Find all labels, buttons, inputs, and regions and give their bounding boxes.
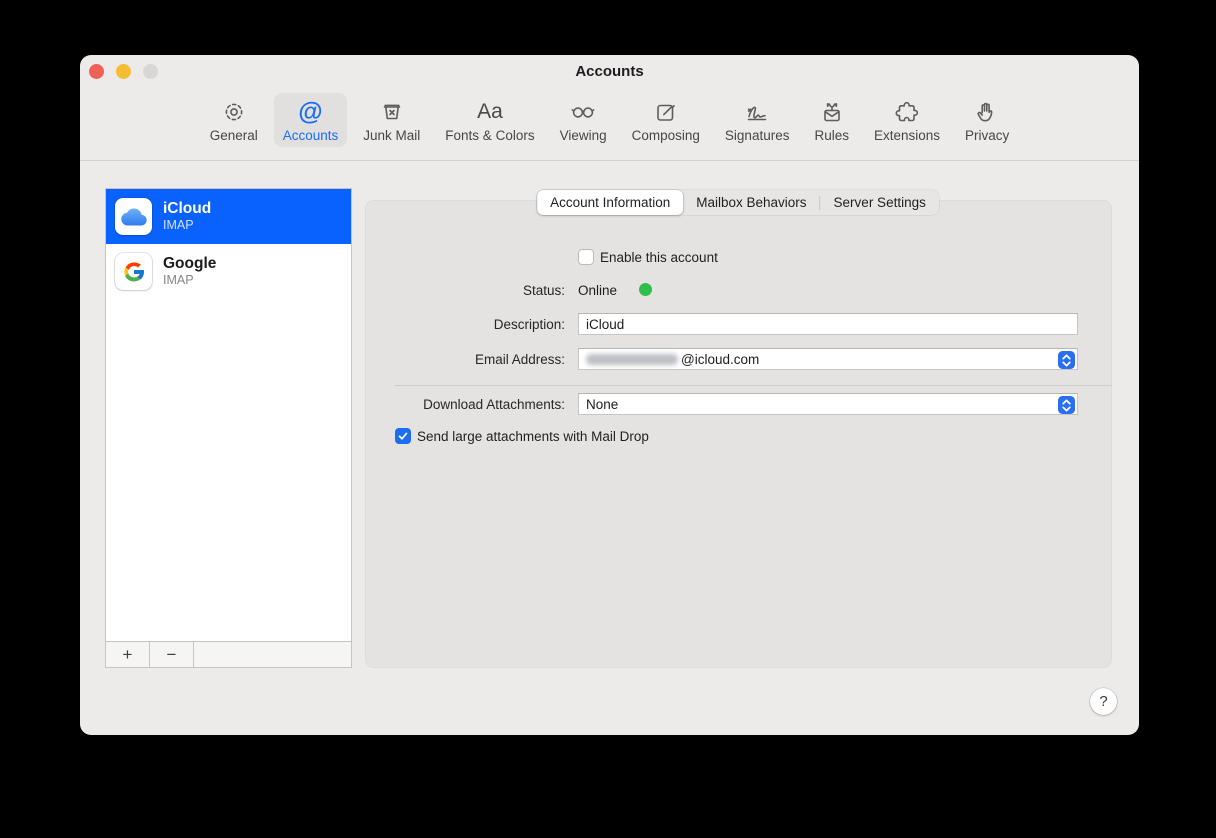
toolbar-label: Fonts & Colors [445,128,534,143]
hand-icon [974,98,1000,126]
google-icon [115,253,152,290]
toolbar-label: Junk Mail [363,128,420,143]
download-attachments-select[interactable]: None [578,393,1078,415]
account-protocol: IMAP [163,273,216,287]
toolbar-label: Privacy [965,128,1009,143]
toolbar-label: Signatures [725,128,790,143]
toolbar-label: Viewing [560,128,607,143]
fonts-icon: Aa [477,98,503,126]
help-button[interactable]: ? [1090,688,1117,715]
mail-preferences-window: Accounts General @ Accounts Junk Mail Aa… [80,55,1139,735]
enable-account-checkbox[interactable] [578,249,594,265]
accounts-sidebar: iCloud IMAP Google IMAP + − [105,188,352,668]
toolbar-item-accounts[interactable]: @ Accounts [274,93,348,147]
toolbar-label: General [210,128,258,143]
add-account-button[interactable]: + [106,642,150,667]
email-domain-text: @icloud.com [681,352,759,367]
account-name: Google [163,255,216,273]
tab-mailbox-behaviors[interactable]: Mailbox Behaviors [683,190,819,215]
account-row-icloud[interactable]: iCloud IMAP [106,189,351,244]
account-information-panel: Enable this account Status: Online Descr… [365,200,1112,668]
account-row-google[interactable]: Google IMAP [106,244,351,299]
tab-server-settings[interactable]: Server Settings [821,190,939,215]
description-input[interactable] [578,313,1078,335]
email-address-label: Email Address: [365,352,565,367]
toolbar-item-composing[interactable]: Composing [623,93,709,147]
puzzle-icon [894,98,920,126]
sidebar-footer: + − [106,641,351,667]
redacted-email-prefix [586,354,678,365]
email-address-select[interactable]: @icloud.com [578,348,1078,370]
mail-drop-row: Send large attachments with Mail Drop [395,428,649,444]
account-protocol: IMAP [163,218,211,232]
status-label: Status: [365,283,565,298]
signature-icon [744,98,770,126]
gear-icon [221,98,247,126]
icloud-icon [115,198,152,235]
toolbar-item-privacy[interactable]: Privacy [956,93,1018,147]
preferences-toolbar: General @ Accounts Junk Mail Aa Fonts & … [80,86,1139,160]
at-icon: @ [298,98,322,126]
download-attachments-value: None [586,397,618,412]
toolbar-divider [80,160,1139,161]
titlebar: Accounts [80,55,1139,88]
toolbar-item-extensions[interactable]: Extensions [865,93,949,147]
download-attachments-label: Download Attachments: [365,397,565,412]
junk-bin-icon [379,98,405,126]
remove-account-button[interactable]: − [150,642,194,667]
toolbar-item-junk-mail[interactable]: Junk Mail [354,93,429,147]
description-label: Description: [365,317,565,332]
tab-account-information[interactable]: Account Information [537,190,683,215]
toolbar-label: Rules [814,128,849,143]
window-title: Accounts [80,63,1139,80]
compose-icon [653,98,679,126]
account-tabs: Account Information Mailbox Behaviors Se… [537,190,939,215]
status-value: Online [578,283,617,298]
enable-account-label: Enable this account [600,250,718,265]
toolbar-item-fonts-colors[interactable]: Aa Fonts & Colors [436,93,543,147]
toolbar-label: Accounts [283,128,339,143]
toolbar-item-rules[interactable]: Rules [805,93,858,147]
glasses-icon [570,98,596,126]
toolbar-label: Extensions [874,128,940,143]
online-status-indicator [639,283,652,296]
stepper-arrows-icon[interactable] [1058,351,1075,369]
toolbar-item-signatures[interactable]: Signatures [716,93,799,147]
rules-icon [819,98,845,126]
account-name: iCloud [163,200,211,218]
mail-drop-checkbox[interactable] [395,428,411,444]
stepper-arrows-icon[interactable] [1058,396,1075,414]
toolbar-item-general[interactable]: General [201,93,267,147]
section-divider [395,385,1112,386]
toolbar-item-viewing[interactable]: Viewing [551,93,616,147]
toolbar-label: Composing [632,128,700,143]
enable-account-row: Enable this account [578,249,718,265]
mail-drop-label: Send large attachments with Mail Drop [417,429,649,444]
sidebar-footer-filler [194,642,351,667]
